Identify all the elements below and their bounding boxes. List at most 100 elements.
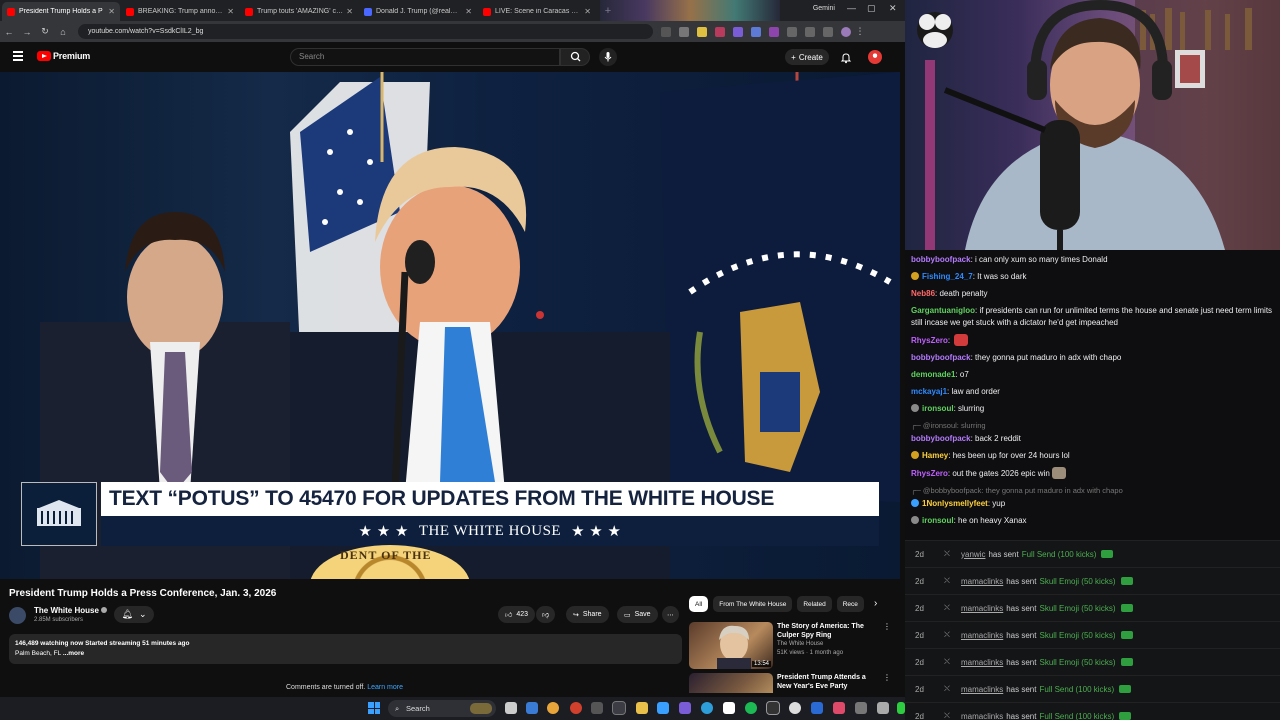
dislike-button[interactable]: 👎︎ — [536, 606, 556, 623]
chip-all[interactable]: All — [689, 596, 709, 612]
feed-username[interactable]: mamaclinks — [961, 577, 1003, 586]
app-icon[interactable] — [570, 702, 582, 714]
browser-tab[interactable]: Donald J. Trump (@realDon ✕ — [359, 2, 477, 21]
browser-tab[interactable]: President Trump Holds a P ✕ — [2, 2, 120, 21]
youtube-premium-brand[interactable]: Premium — [53, 51, 90, 61]
minimize-icon[interactable]: — — [847, 3, 856, 13]
maximize-icon[interactable]: ▢ — [867, 3, 876, 14]
chat-username[interactable]: Neb86 — [911, 289, 935, 298]
edge-icon[interactable] — [526, 702, 538, 714]
chat-username[interactable]: bobbyboofpack — [911, 434, 971, 443]
chip-related[interactable]: Related — [797, 596, 832, 612]
chat-username[interactable]: 1Nonlysmellyfeet — [922, 499, 988, 508]
extensions-puzzle-icon[interactable] — [787, 26, 797, 37]
spotify-icon[interactable] — [745, 702, 757, 714]
hamburger-menu-icon[interactable] — [13, 51, 23, 61]
chat-username[interactable]: mckayaj1 — [911, 387, 947, 396]
notifications-bell-icon[interactable] — [840, 51, 852, 64]
chat-username[interactable]: RhysZero — [911, 336, 948, 345]
channel-name[interactable]: The White House — [34, 606, 107, 615]
feed-username[interactable]: mamaclinks — [961, 685, 1003, 694]
chat-username[interactable]: Hamey — [922, 451, 948, 460]
app-icon[interactable] — [877, 702, 889, 714]
app-icon[interactable] — [591, 702, 603, 714]
chat-username[interactable]: bobbyboofpack — [911, 353, 971, 362]
chat-username[interactable]: Gargantuanigloo — [911, 306, 975, 315]
feed-username[interactable]: mamaclinks — [961, 658, 1003, 667]
more-vertical-icon[interactable]: ⋮ — [883, 622, 891, 631]
browser-tab[interactable]: LIVE: Scene in Caracas after U ✕ — [478, 2, 596, 21]
app-icon[interactable] — [855, 702, 867, 714]
share-button[interactable]: ↪ Share — [566, 606, 609, 623]
chat-username[interactable]: RhysZero — [911, 469, 948, 478]
browser-menu-icon[interactable]: ⋮ — [851, 26, 869, 37]
app-icon[interactable] — [833, 702, 845, 714]
app-icon[interactable] — [789, 702, 801, 714]
app-icon[interactable] — [612, 701, 626, 715]
url-field[interactable]: youtube.com/watch?v=SsdkClIL2_bg — [78, 24, 653, 39]
chat-username[interactable]: Fishing_24_7 — [922, 272, 973, 281]
chat-username[interactable]: ironsoul — [922, 404, 954, 413]
related-video-item[interactable]: President Trump Attends a New Year's Eve… — [689, 673, 889, 693]
chat-username[interactable]: bobbyboofpack — [911, 255, 971, 264]
chevron-right-icon[interactable]: › — [874, 598, 877, 609]
browser-tab[interactable]: Trump touts 'AMAZING' captur ✕ — [240, 2, 358, 21]
subscription-notification-button[interactable]: 🔔︎ ⌄ — [114, 606, 154, 623]
feed-username[interactable]: mamaclinks — [961, 604, 1003, 613]
profile-avatar[interactable] — [841, 26, 851, 37]
more-vertical-icon[interactable]: ⋮ — [883, 673, 889, 682]
chat-username[interactable]: demonade1 — [911, 370, 955, 379]
chrome-icon[interactable] — [547, 702, 559, 714]
cast-icon[interactable] — [661, 26, 671, 37]
create-button[interactable]: + Create — [785, 49, 829, 65]
home-icon[interactable]: ⌂ — [54, 27, 72, 37]
feed-username[interactable]: yanwic — [961, 550, 985, 559]
app-icon[interactable] — [897, 702, 905, 714]
gemini-button[interactable]: Gemini — [813, 5, 835, 12]
voice-search-button[interactable] — [599, 48, 617, 66]
like-button[interactable]: 👍︎ 423 — [498, 606, 536, 623]
extension-icon[interactable] — [751, 26, 761, 37]
close-icon[interactable]: ✕ — [465, 7, 472, 16]
extension-icon[interactable] — [697, 26, 707, 37]
app-icon[interactable] — [679, 702, 691, 714]
chip-recent[interactable]: Rece — [836, 596, 864, 612]
reload-icon[interactable]: ↻ — [36, 26, 54, 37]
learn-more-link[interactable]: Learn more — [367, 684, 403, 691]
file-explorer-icon[interactable] — [636, 702, 648, 714]
feed-username[interactable]: mamaclinks — [961, 631, 1003, 640]
extension-icon[interactable] — [733, 26, 743, 37]
twitch-extension-icon[interactable] — [769, 26, 779, 37]
related-video-item[interactable]: 13:54 The Story of America: The Culper S… — [689, 622, 891, 672]
close-icon[interactable]: ✕ — [227, 7, 234, 16]
chip-from-channel[interactable]: From The White House — [713, 596, 793, 612]
taskbar-search[interactable]: ⌕ Search — [388, 700, 496, 717]
app-icon[interactable] — [701, 702, 713, 714]
close-icon[interactable]: ✕ — [584, 7, 591, 16]
description-box[interactable]: 146,489 watching now Started streaming 5… — [9, 634, 682, 664]
video-thumbnail[interactable]: 13:54 — [689, 622, 773, 669]
youtube-logo-icon[interactable] — [37, 51, 51, 61]
search-button[interactable] — [560, 48, 590, 66]
app-icon[interactable] — [657, 702, 669, 714]
download-icon[interactable] — [823, 26, 833, 37]
video-thumbnail[interactable] — [689, 673, 773, 693]
app-icon[interactable] — [811, 702, 823, 714]
bookmark-star-icon[interactable] — [679, 26, 689, 37]
app-icon[interactable] — [723, 702, 735, 714]
notion-icon[interactable] — [766, 701, 780, 715]
save-button[interactable]: ▭ Save — [617, 606, 658, 623]
related-video-title[interactable]: President Trump Attends a New Year's Eve… — [777, 673, 877, 691]
task-view-icon[interactable] — [505, 702, 517, 714]
show-more-link[interactable]: ...more — [63, 650, 84, 657]
chat-username[interactable]: ironsoul — [922, 516, 954, 525]
close-icon[interactable]: ✕ — [108, 7, 115, 16]
related-video-title[interactable]: The Story of America: The Culper Spy Rin… — [777, 622, 877, 640]
feed-username[interactable]: mamaclinks — [961, 712, 1003, 720]
more-actions-button[interactable]: ⋯ — [662, 606, 679, 623]
video-player[interactable]: TEXT “POTUS” TO 45470 FOR UPDATES FROM T… — [0, 72, 900, 579]
close-icon[interactable]: ✕ — [346, 7, 353, 16]
account-avatar[interactable] — [868, 50, 882, 64]
sidebar-icon[interactable] — [805, 26, 815, 37]
windows-start-icon[interactable] — [368, 702, 380, 714]
